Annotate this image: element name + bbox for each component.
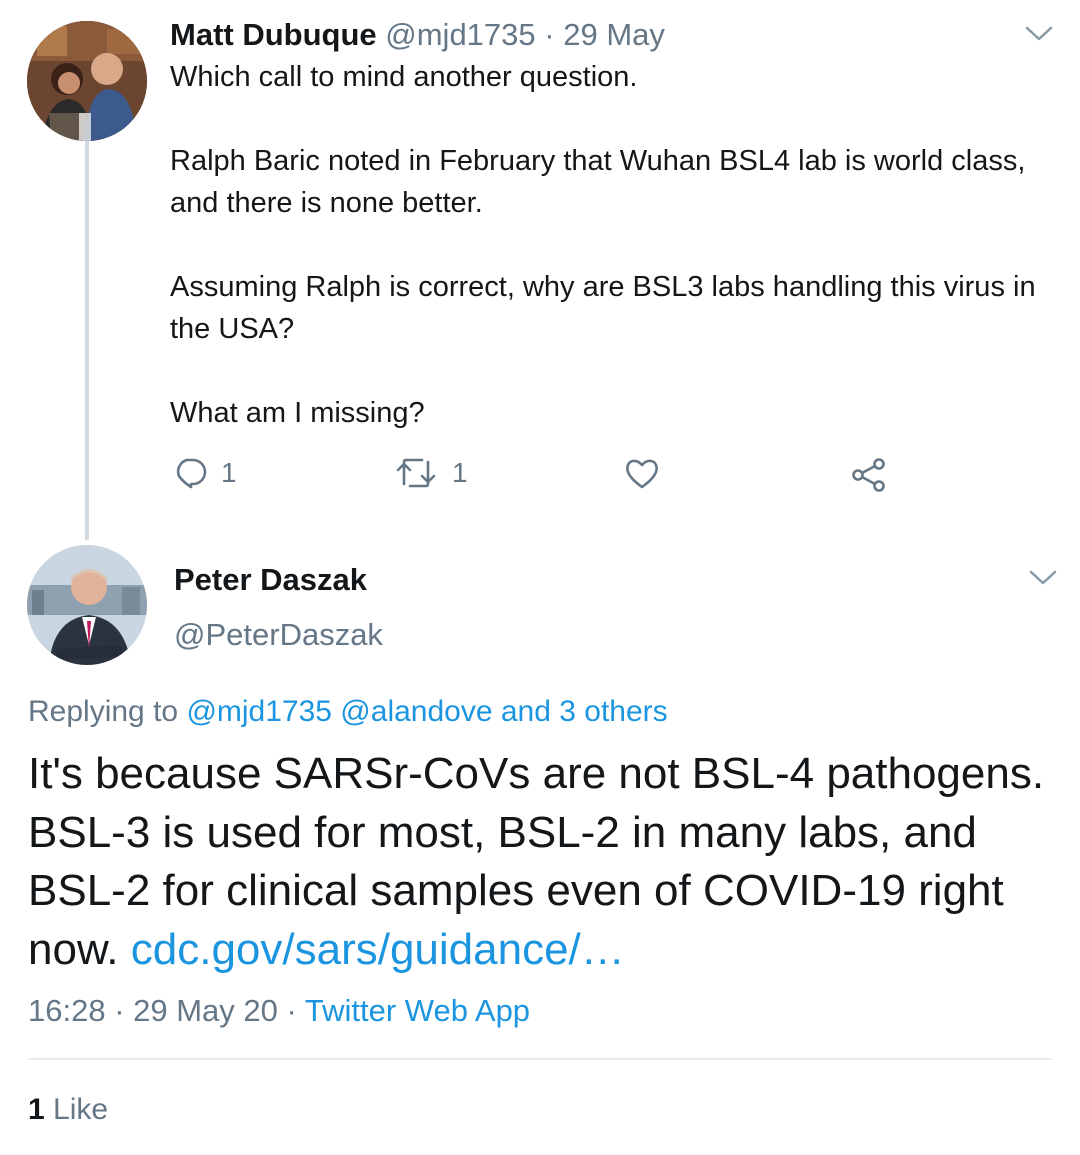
share-icon bbox=[852, 458, 885, 492]
tweet-paragraph: Which call to mind another question. bbox=[170, 61, 638, 93]
tweet-date[interactable]: 29 May 20 bbox=[133, 993, 278, 1028]
author-name[interactable]: Peter Daszak bbox=[174, 560, 367, 600]
chevron-down-icon[interactable] bbox=[1028, 568, 1058, 588]
meta-separator: · bbox=[535, 17, 564, 52]
replying-prefix: Replying to bbox=[28, 695, 187, 728]
tweet-source-link[interactable]: Twitter Web App bbox=[305, 993, 530, 1028]
retweet-button[interactable]: 1 bbox=[394, 456, 468, 490]
author-name[interactable]: Matt Dubuque bbox=[170, 17, 377, 52]
tweet-timestamp: 16:28 · 29 May 20 · Twitter Web App bbox=[28, 990, 530, 1032]
tweet-header: Matt Dubuque @mjd1735 · 29 May bbox=[170, 15, 665, 55]
author-handle[interactable]: @PeterDaszak bbox=[174, 615, 383, 655]
reply-count: 1 bbox=[221, 457, 237, 488]
avatar-photo bbox=[27, 21, 147, 141]
likes-stat[interactable]: 1 Like bbox=[28, 1090, 108, 1130]
divider bbox=[28, 1058, 1052, 1060]
tweet-paragraph: Ralph Baric noted in February that Wuhan… bbox=[170, 145, 1026, 219]
likes-label: Like bbox=[53, 1093, 109, 1126]
likes-count: 1 bbox=[28, 1093, 45, 1126]
share-button[interactable] bbox=[850, 456, 888, 494]
heart-icon bbox=[626, 459, 658, 489]
tweet-text: Which call to mind another question. Ral… bbox=[170, 56, 1050, 434]
meta-separator: · bbox=[105, 993, 134, 1028]
retweet-icon bbox=[396, 458, 436, 488]
tweet-paragraph: What am I missing? bbox=[170, 397, 425, 429]
meta-separator: · bbox=[277, 993, 305, 1028]
avatar[interactable] bbox=[27, 21, 147, 141]
tweet-time[interactable]: 16:28 bbox=[28, 993, 106, 1028]
avatar[interactable] bbox=[27, 545, 147, 665]
tweet-text: It's because SARSr-CoVs are not BSL-4 pa… bbox=[28, 745, 1058, 979]
thread-connector-line bbox=[85, 140, 89, 540]
replying-to: Replying to @mjd1735 @alandove and 3 oth… bbox=[28, 692, 668, 732]
author-handle[interactable]: @mjd1735 bbox=[385, 17, 535, 52]
like-button[interactable] bbox=[624, 456, 660, 490]
avatar-photo bbox=[27, 545, 147, 665]
replying-targets-link[interactable]: @mjd1735 @alandove and 3 others bbox=[186, 695, 667, 728]
tweet-body-link[interactable]: cdc.gov/sars/guidance/… bbox=[131, 925, 625, 974]
tweet-paragraph: Assuming Ralph is correct, why are BSL3 … bbox=[170, 271, 1036, 345]
reply-button[interactable]: 1 bbox=[173, 456, 237, 490]
chevron-down-icon[interactable] bbox=[1024, 24, 1054, 44]
tweet-date[interactable]: 29 May bbox=[563, 17, 665, 52]
retweet-count: 1 bbox=[452, 457, 468, 488]
reply-icon bbox=[176, 458, 207, 489]
